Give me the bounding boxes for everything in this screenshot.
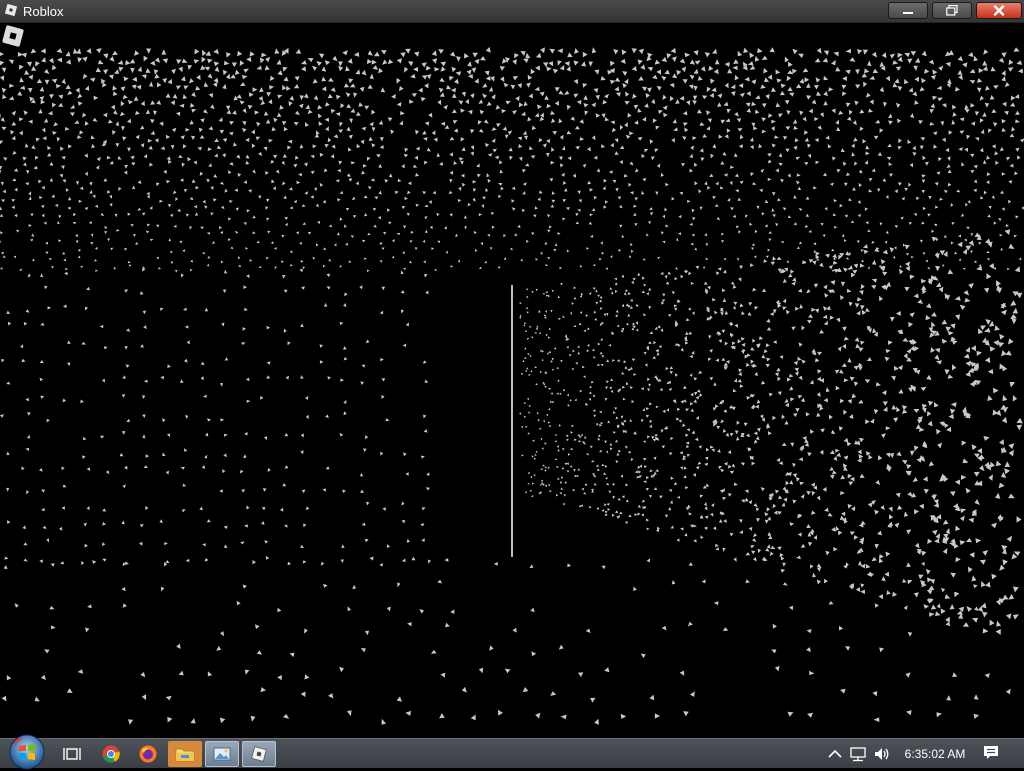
minimize-button[interactable] (888, 2, 928, 19)
firefox-icon (139, 745, 157, 763)
chevron-up-icon[interactable] (826, 745, 844, 763)
image-viewer-button[interactable] (205, 741, 239, 767)
file-explorer-button[interactable] (168, 741, 202, 767)
volume-icon[interactable] (873, 745, 891, 763)
firefox-button[interactable] (131, 741, 165, 767)
maximize-button[interactable] (932, 2, 972, 19)
chrome-button[interactable] (94, 741, 128, 767)
windows-start-orb[interactable] (8, 733, 46, 771)
taskbar: 6:35:02 AM (0, 738, 1024, 768)
roblox-menu-icon[interactable] (0, 23, 26, 49)
point-cloud-scene (0, 23, 1024, 738)
close-button[interactable] (976, 2, 1022, 19)
file-explorer-icon (175, 746, 195, 762)
minimize-icon (902, 7, 914, 15)
roblox-icon (250, 745, 268, 763)
vertical-pillar (511, 285, 513, 557)
roblox-taskbar-button[interactable] (242, 741, 276, 767)
task-view-icon (63, 746, 81, 762)
close-icon (993, 5, 1005, 16)
roblox-icon (4, 3, 18, 17)
maximize-icon (946, 5, 958, 16)
taskbar-clock[interactable]: 6:35:02 AM (900, 745, 970, 763)
window-titlebar[interactable]: Roblox (0, 0, 1024, 23)
window-title: Roblox (23, 4, 63, 19)
task-view-button[interactable] (55, 741, 89, 767)
network-icon[interactable] (849, 745, 867, 763)
chrome-icon (102, 745, 120, 763)
action-center-icon[interactable] (982, 744, 1000, 762)
game-viewport[interactable] (0, 23, 1024, 738)
image-viewer-icon (212, 746, 232, 762)
